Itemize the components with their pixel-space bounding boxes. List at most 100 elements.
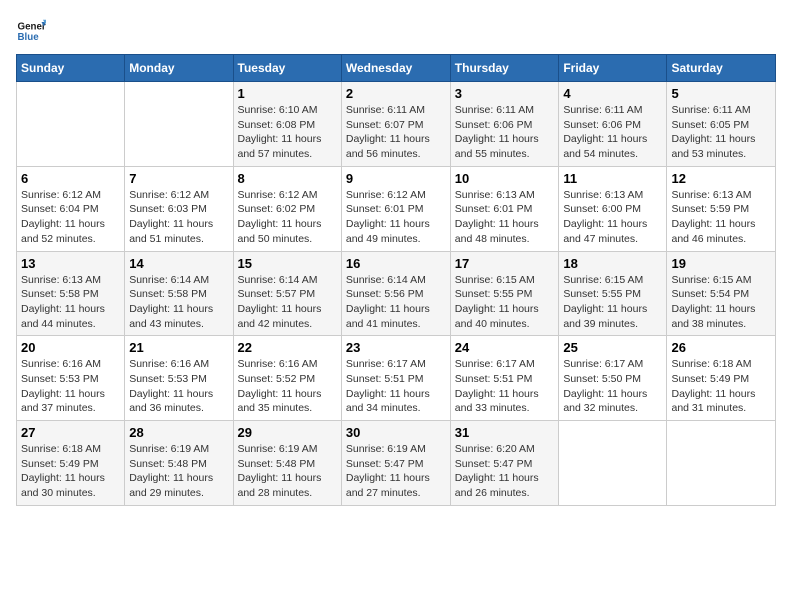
day-info: Sunrise: 6:11 AM Sunset: 6:07 PM Dayligh… xyxy=(346,103,446,162)
weekday-header-tuesday: Tuesday xyxy=(233,55,341,82)
day-info: Sunrise: 6:16 AM Sunset: 5:53 PM Dayligh… xyxy=(21,357,120,416)
day-info: Sunrise: 6:18 AM Sunset: 5:49 PM Dayligh… xyxy=(671,357,771,416)
calendar-week-row: 6 Sunrise: 6:12 AM Sunset: 6:04 PM Daylig… xyxy=(17,166,776,251)
day-info: Sunrise: 6:12 AM Sunset: 6:04 PM Dayligh… xyxy=(21,188,120,247)
calendar-cell: 6 Sunrise: 6:12 AM Sunset: 6:04 PM Daylig… xyxy=(17,166,125,251)
day-info: Sunrise: 6:14 AM Sunset: 5:57 PM Dayligh… xyxy=(238,273,337,332)
day-info: Sunrise: 6:14 AM Sunset: 5:56 PM Dayligh… xyxy=(346,273,446,332)
calendar-cell: 12Sunrise: 6:13 AM Sunset: 5:59 PM Dayli… xyxy=(667,166,776,251)
day-number: 11 xyxy=(563,171,662,186)
day-number: 2 xyxy=(346,86,446,101)
day-info: Sunrise: 6:11 AM Sunset: 6:05 PM Dayligh… xyxy=(671,103,771,162)
weekday-header-wednesday: Wednesday xyxy=(341,55,450,82)
calendar-cell: 15 Sunrise: 6:14 AM Sunset: 5:57 PM Dayli… xyxy=(233,251,341,336)
day-number: 14 xyxy=(129,256,228,271)
calendar-cell: 2 Sunrise: 6:11 AM Sunset: 6:07 PM Daylig… xyxy=(341,82,450,167)
svg-text:General: General xyxy=(18,22,47,33)
calendar-cell: 5 Sunrise: 6:11 AM Sunset: 6:05 PM Daylig… xyxy=(667,82,776,167)
day-info: Sunrise: 6:13 AM Sunset: 5:58 PM Dayligh… xyxy=(21,273,120,332)
day-info: Sunrise: 6:13 AM Sunset: 5:59 PM Dayligh… xyxy=(671,188,771,247)
calendar-cell: 1 Sunrise: 6:10 AM Sunset: 6:08 PM Daylig… xyxy=(233,82,341,167)
day-info: Sunrise: 6:12 AM Sunset: 6:02 PM Dayligh… xyxy=(238,188,337,247)
day-number: 5 xyxy=(671,86,771,101)
calendar-cell: 26Sunrise: 6:18 AM Sunset: 5:49 PM Dayli… xyxy=(667,336,776,421)
calendar-week-row: 20 Sunrise: 6:16 AM Sunset: 5:53 PM Dayli… xyxy=(17,336,776,421)
calendar-cell xyxy=(17,82,125,167)
calendar-cell: 17 Sunrise: 6:15 AM Sunset: 5:55 PM Dayli… xyxy=(450,251,559,336)
calendar-cell: 10 Sunrise: 6:13 AM Sunset: 6:01 PM Dayli… xyxy=(450,166,559,251)
day-number: 8 xyxy=(238,171,337,186)
day-number: 4 xyxy=(563,86,662,101)
day-number: 21 xyxy=(129,340,228,355)
day-number: 19 xyxy=(671,256,771,271)
day-info: Sunrise: 6:12 AM Sunset: 6:01 PM Dayligh… xyxy=(346,188,446,247)
day-info: Sunrise: 6:12 AM Sunset: 6:03 PM Dayligh… xyxy=(129,188,228,247)
day-info: Sunrise: 6:13 AM Sunset: 6:01 PM Dayligh… xyxy=(455,188,555,247)
day-info: Sunrise: 6:13 AM Sunset: 6:00 PM Dayligh… xyxy=(563,188,662,247)
weekday-header-friday: Friday xyxy=(559,55,667,82)
day-info: Sunrise: 6:15 AM Sunset: 5:54 PM Dayligh… xyxy=(671,273,771,332)
day-number: 13 xyxy=(21,256,120,271)
calendar-cell: 8 Sunrise: 6:12 AM Sunset: 6:02 PM Daylig… xyxy=(233,166,341,251)
weekday-header-sunday: Sunday xyxy=(17,55,125,82)
day-number: 10 xyxy=(455,171,555,186)
calendar-week-row: 13 Sunrise: 6:13 AM Sunset: 5:58 PM Dayli… xyxy=(17,251,776,336)
weekday-header-row: SundayMondayTuesdayWednesdayThursdayFrid… xyxy=(17,55,776,82)
calendar-cell: 9 Sunrise: 6:12 AM Sunset: 6:01 PM Daylig… xyxy=(341,166,450,251)
day-info: Sunrise: 6:19 AM Sunset: 5:48 PM Dayligh… xyxy=(238,442,337,501)
calendar-week-row: 1 Sunrise: 6:10 AM Sunset: 6:08 PM Daylig… xyxy=(17,82,776,167)
weekday-header-saturday: Saturday xyxy=(667,55,776,82)
day-number: 24 xyxy=(455,340,555,355)
calendar-cell: 31 Sunrise: 6:20 AM Sunset: 5:47 PM Dayli… xyxy=(450,421,559,506)
calendar-cell: 3Sunrise: 6:11 AM Sunset: 6:06 PM Daylig… xyxy=(450,82,559,167)
calendar-cell xyxy=(125,82,233,167)
weekday-header-monday: Monday xyxy=(125,55,233,82)
calendar-cell: 30Sunrise: 6:19 AM Sunset: 5:47 PM Dayli… xyxy=(341,421,450,506)
day-number: 18 xyxy=(563,256,662,271)
day-number: 29 xyxy=(238,425,337,440)
calendar-cell: 29 Sunrise: 6:19 AM Sunset: 5:48 PM Dayli… xyxy=(233,421,341,506)
calendar-cell xyxy=(667,421,776,506)
day-info: Sunrise: 6:17 AM Sunset: 5:51 PM Dayligh… xyxy=(455,357,555,416)
day-info: Sunrise: 6:16 AM Sunset: 5:53 PM Dayligh… xyxy=(129,357,228,416)
page-header: General Blue xyxy=(16,16,776,46)
calendar-cell: 25 Sunrise: 6:17 AM Sunset: 5:50 PM Dayli… xyxy=(559,336,667,421)
day-info: Sunrise: 6:19 AM Sunset: 5:47 PM Dayligh… xyxy=(346,442,446,501)
calendar-cell: 13 Sunrise: 6:13 AM Sunset: 5:58 PM Dayli… xyxy=(17,251,125,336)
day-info: Sunrise: 6:17 AM Sunset: 5:51 PM Dayligh… xyxy=(346,357,446,416)
day-info: Sunrise: 6:15 AM Sunset: 5:55 PM Dayligh… xyxy=(455,273,555,332)
logo-icon: General Blue xyxy=(16,16,46,46)
calendar-cell xyxy=(559,421,667,506)
day-number: 7 xyxy=(129,171,228,186)
calendar-cell: 28Sunrise: 6:19 AM Sunset: 5:48 PM Dayli… xyxy=(125,421,233,506)
calendar-cell: 11 Sunrise: 6:13 AM Sunset: 6:00 PM Dayli… xyxy=(559,166,667,251)
calendar-cell: 16 Sunrise: 6:14 AM Sunset: 5:56 PM Dayli… xyxy=(341,251,450,336)
day-info: Sunrise: 6:19 AM Sunset: 5:48 PM Dayligh… xyxy=(129,442,228,501)
day-number: 17 xyxy=(455,256,555,271)
day-number: 31 xyxy=(455,425,555,440)
day-number: 9 xyxy=(346,171,446,186)
day-info: Sunrise: 6:11 AM Sunset: 6:06 PM Dayligh… xyxy=(563,103,662,162)
day-number: 15 xyxy=(238,256,337,271)
calendar-table: SundayMondayTuesdayWednesdayThursdayFrid… xyxy=(16,54,776,506)
calendar-cell: 22Sunrise: 6:16 AM Sunset: 5:52 PM Dayli… xyxy=(233,336,341,421)
day-info: Sunrise: 6:11 AM Sunset: 6:06 PM Dayligh… xyxy=(455,103,555,162)
calendar-cell: 27 Sunrise: 6:18 AM Sunset: 5:49 PM Dayli… xyxy=(17,421,125,506)
day-info: Sunrise: 6:10 AM Sunset: 6:08 PM Dayligh… xyxy=(238,103,337,162)
day-number: 25 xyxy=(563,340,662,355)
day-number: 27 xyxy=(21,425,120,440)
calendar-cell: 18 Sunrise: 6:15 AM Sunset: 5:55 PM Dayli… xyxy=(559,251,667,336)
calendar-cell: 20 Sunrise: 6:16 AM Sunset: 5:53 PM Dayli… xyxy=(17,336,125,421)
day-number: 1 xyxy=(238,86,337,101)
day-info: Sunrise: 6:17 AM Sunset: 5:50 PM Dayligh… xyxy=(563,357,662,416)
day-number: 16 xyxy=(346,256,446,271)
day-number: 6 xyxy=(21,171,120,186)
day-info: Sunrise: 6:18 AM Sunset: 5:49 PM Dayligh… xyxy=(21,442,120,501)
svg-text:Blue: Blue xyxy=(18,32,40,43)
weekday-header-thursday: Thursday xyxy=(450,55,559,82)
day-info: Sunrise: 6:15 AM Sunset: 5:55 PM Dayligh… xyxy=(563,273,662,332)
calendar-week-row: 27 Sunrise: 6:18 AM Sunset: 5:49 PM Dayli… xyxy=(17,421,776,506)
day-number: 20 xyxy=(21,340,120,355)
day-info: Sunrise: 6:20 AM Sunset: 5:47 PM Dayligh… xyxy=(455,442,555,501)
calendar-cell: 24 Sunrise: 6:17 AM Sunset: 5:51 PM Dayli… xyxy=(450,336,559,421)
